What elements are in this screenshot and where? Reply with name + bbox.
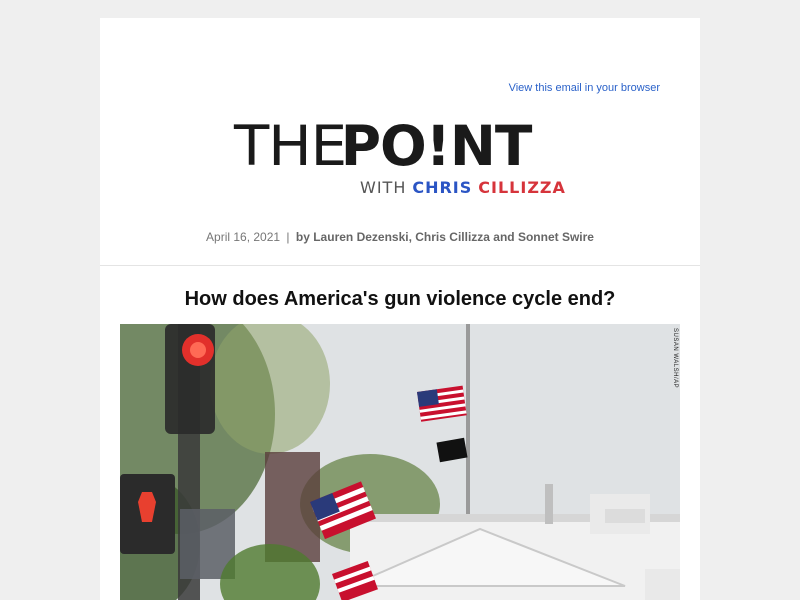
logo-point-text: PO!NT xyxy=(340,114,533,178)
view-in-browser-link[interactable]: View this email in your browser xyxy=(509,82,660,94)
byline-separator: | xyxy=(286,230,290,244)
photo-credit: SUSAN WALSH/AP xyxy=(672,328,678,389)
the-point-logo: THEPO!NT WITH CHRIS CILLIZZA xyxy=(100,116,700,206)
byline: April 16, 2021 | by Lauren Dezenski, Chr… xyxy=(100,230,700,244)
logo-with-text: WITH xyxy=(360,178,407,197)
header-divider xyxy=(100,265,700,266)
logo-cillizza-text: CILLIZZA xyxy=(478,178,566,197)
white-house-flag-photo xyxy=(120,324,680,600)
article-photo[interactable]: SUSAN WALSH/AP xyxy=(120,324,680,600)
email-body: View this email in your browser THEPO!NT… xyxy=(100,18,700,600)
article-headline[interactable]: How does America's gun violence cycle en… xyxy=(100,288,700,311)
byline-authors: by Lauren Dezenski, Chris Cillizza and S… xyxy=(295,230,594,244)
logo-wordmark: THEPO!NT xyxy=(234,114,533,178)
logo-the-text: THE xyxy=(234,114,347,178)
logo-subtitle: WITH CHRIS CILLIZZA xyxy=(360,178,566,198)
byline-date: April 16, 2021 xyxy=(206,230,281,244)
logo-chris-text: CHRIS xyxy=(412,178,473,197)
